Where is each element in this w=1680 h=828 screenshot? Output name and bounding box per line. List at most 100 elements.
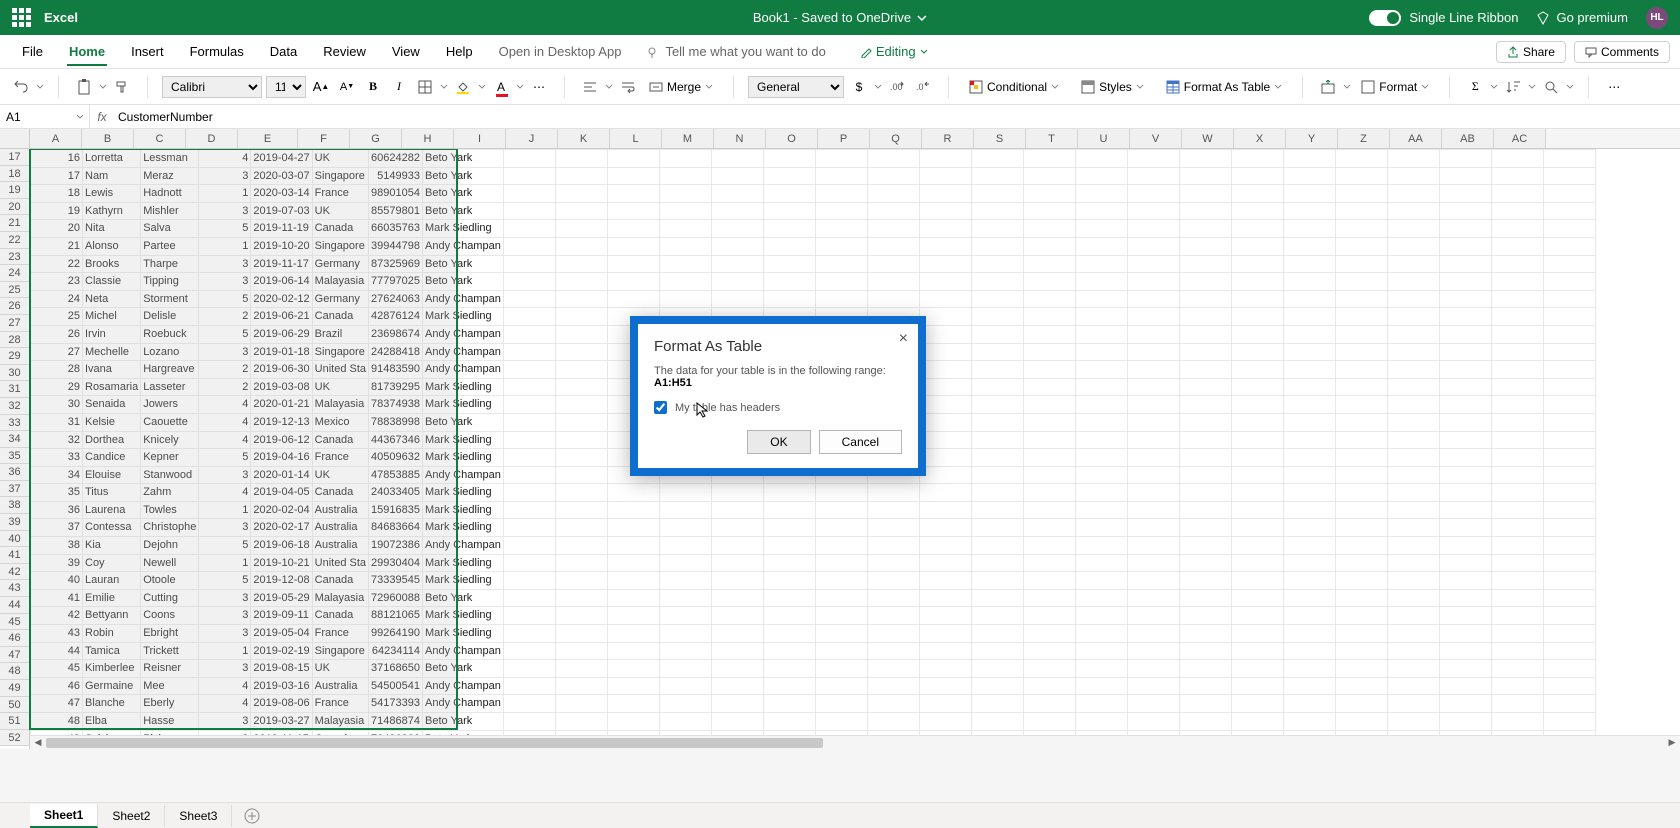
single-line-ribbon-toggle[interactable]: Single Line Ribbon — [1369, 10, 1518, 26]
cell[interactable] — [1023, 273, 1075, 291]
cell[interactable] — [711, 237, 763, 255]
cell[interactable]: Coy — [83, 554, 141, 572]
format-as-table-button[interactable]: Format As Table — [1160, 78, 1288, 96]
cell[interactable] — [1179, 361, 1231, 379]
cell[interactable] — [1283, 361, 1335, 379]
cell[interactable] — [971, 554, 1023, 572]
document-title[interactable]: Book1 - Saved to OneDrive — [753, 10, 927, 25]
cell[interactable] — [1283, 572, 1335, 590]
cell[interactable] — [763, 660, 815, 678]
cell[interactable]: 3 — [199, 202, 251, 220]
cell[interactable] — [1491, 273, 1543, 291]
row-header[interactable]: 35 — [0, 448, 29, 465]
cell[interactable] — [1023, 220, 1075, 238]
cell[interactable] — [1387, 589, 1439, 607]
cell[interactable]: 4 — [199, 431, 251, 449]
column-header[interactable]: O — [766, 129, 818, 148]
cell[interactable]: Andy Champan — [423, 290, 504, 308]
cell[interactable] — [711, 642, 763, 660]
cell[interactable] — [919, 308, 971, 326]
cell[interactable]: 2019-06-21 — [251, 308, 312, 326]
column-header[interactable]: R — [922, 129, 974, 148]
cell[interactable] — [919, 273, 971, 291]
cell[interactable]: Andy Champan — [423, 642, 504, 660]
cell[interactable] — [1283, 308, 1335, 326]
cell[interactable] — [1283, 466, 1335, 484]
cell[interactable] — [1439, 431, 1491, 449]
cell[interactable]: 40509632 — [369, 449, 423, 467]
cell[interactable] — [1335, 308, 1387, 326]
cell[interactable] — [1075, 202, 1127, 220]
cell[interactable]: Andy Champan — [423, 677, 504, 695]
cell[interactable]: Canada — [312, 431, 368, 449]
cell[interactable]: 31 — [31, 413, 83, 431]
cell[interactable] — [1387, 361, 1439, 379]
cell[interactable]: France — [312, 449, 368, 467]
cell[interactable]: 37168650 — [369, 660, 423, 678]
cell[interactable] — [1127, 273, 1179, 291]
cell[interactable] — [919, 501, 971, 519]
cell[interactable]: Andy Champan — [423, 343, 504, 361]
cell[interactable] — [1231, 554, 1283, 572]
row-header[interactable]: 24 — [0, 265, 29, 282]
cell[interactable] — [919, 554, 971, 572]
cell[interactable] — [1127, 185, 1179, 203]
cell[interactable]: 3 — [199, 273, 251, 291]
cell[interactable]: Mark Siedling — [423, 572, 504, 590]
cell[interactable] — [1439, 519, 1491, 537]
format-painter-button[interactable] — [111, 76, 133, 98]
cell[interactable]: 2019-08-06 — [251, 695, 312, 713]
cell[interactable]: Malayasia — [312, 589, 368, 607]
cell[interactable] — [555, 308, 607, 326]
cell[interactable] — [815, 255, 867, 273]
cell[interactable] — [1127, 167, 1179, 185]
cell[interactable]: Beto Yark — [423, 589, 504, 607]
column-header[interactable]: P — [818, 129, 870, 148]
chevron-down-icon[interactable] — [1566, 83, 1574, 91]
cell[interactable]: Kathyrn — [83, 202, 141, 220]
cell[interactable]: Lorretta — [83, 150, 141, 168]
row-header[interactable]: 51 — [0, 713, 29, 730]
cell[interactable]: Singapore — [312, 237, 368, 255]
cell[interactable] — [1283, 695, 1335, 713]
cell[interactable] — [711, 202, 763, 220]
cell[interactable] — [503, 431, 555, 449]
cell[interactable] — [1387, 695, 1439, 713]
cell[interactable] — [1127, 572, 1179, 590]
cell[interactable] — [1543, 202, 1595, 220]
cell[interactable] — [1439, 202, 1491, 220]
cell[interactable]: 23 — [31, 273, 83, 291]
cell[interactable] — [503, 501, 555, 519]
cell[interactable] — [1127, 501, 1179, 519]
menu-home[interactable]: Home — [57, 38, 117, 65]
chevron-down-icon[interactable] — [605, 83, 613, 91]
cell[interactable] — [1335, 519, 1387, 537]
cell[interactable] — [1179, 290, 1231, 308]
cell[interactable] — [815, 220, 867, 238]
cell[interactable]: 2019-10-20 — [251, 237, 312, 255]
cell[interactable] — [919, 378, 971, 396]
cell[interactable]: Beto Yark — [423, 660, 504, 678]
cell[interactable]: Roebuck — [141, 325, 199, 343]
cell[interactable] — [1023, 361, 1075, 379]
cell[interactable] — [1439, 695, 1491, 713]
cell[interactable]: Beto Yark — [423, 202, 504, 220]
cell[interactable] — [607, 572, 659, 590]
cell[interactable] — [1075, 150, 1127, 168]
cell[interactable] — [1387, 185, 1439, 203]
cell[interactable] — [1179, 202, 1231, 220]
cell[interactable] — [1075, 185, 1127, 203]
cell[interactable] — [1023, 431, 1075, 449]
cell[interactable] — [659, 572, 711, 590]
cell[interactable] — [1231, 343, 1283, 361]
row-header[interactable]: 21 — [0, 215, 29, 232]
cell[interactable] — [555, 237, 607, 255]
cell[interactable]: 1 — [199, 185, 251, 203]
cell[interactable] — [1127, 713, 1179, 731]
cell[interactable]: Neta — [83, 290, 141, 308]
cell[interactable] — [1283, 625, 1335, 643]
cell[interactable]: 2019-06-18 — [251, 537, 312, 555]
cell[interactable] — [1231, 361, 1283, 379]
cell[interactable] — [919, 167, 971, 185]
cell[interactable] — [919, 607, 971, 625]
